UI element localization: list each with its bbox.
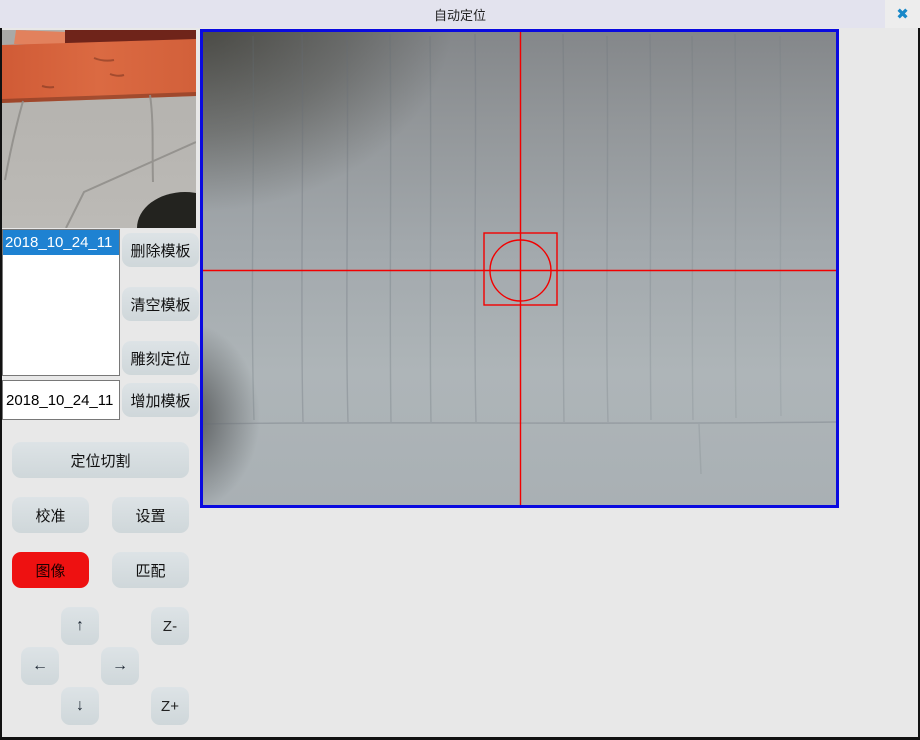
- camera-viewport[interactable]: [200, 29, 839, 508]
- jog-up-button[interactable]: ↑: [61, 607, 99, 645]
- camera-feed-graphic: [203, 32, 836, 505]
- settings-button[interactable]: 设置: [112, 497, 189, 533]
- image-button[interactable]: 图像: [12, 552, 89, 588]
- calibrate-button[interactable]: 校准: [12, 497, 89, 533]
- clear-templates-button[interactable]: 清空模板: [122, 287, 199, 321]
- template-list-item[interactable]: 2018_10_24_11: [3, 230, 119, 255]
- jog-left-button[interactable]: ←: [21, 647, 59, 685]
- title-bar: 自动定位: [0, 0, 920, 28]
- engrave-locate-button[interactable]: 雕刻定位: [122, 341, 199, 375]
- jog-down-button[interactable]: ↓: [61, 687, 99, 725]
- jog-right-button[interactable]: →: [101, 647, 139, 685]
- window-title: 自动定位: [434, 5, 486, 24]
- template-name-input[interactable]: [2, 380, 120, 420]
- match-button[interactable]: 匹配: [112, 552, 189, 588]
- template-list[interactable]: 2018_10_24_11: [2, 229, 120, 376]
- jog-z-plus-button[interactable]: Z+: [151, 687, 189, 725]
- template-preview-image: [2, 30, 196, 228]
- delete-template-button[interactable]: 删除模板: [122, 233, 199, 267]
- add-template-button[interactable]: 增加模板: [122, 383, 199, 417]
- close-button[interactable]: ✖: [885, 0, 920, 28]
- template-preview-graphic: [2, 30, 196, 228]
- close-icon: ✖: [896, 7, 909, 22]
- jog-z-minus-button[interactable]: Z-: [151, 607, 189, 645]
- locate-cut-button[interactable]: 定位切割: [12, 442, 189, 478]
